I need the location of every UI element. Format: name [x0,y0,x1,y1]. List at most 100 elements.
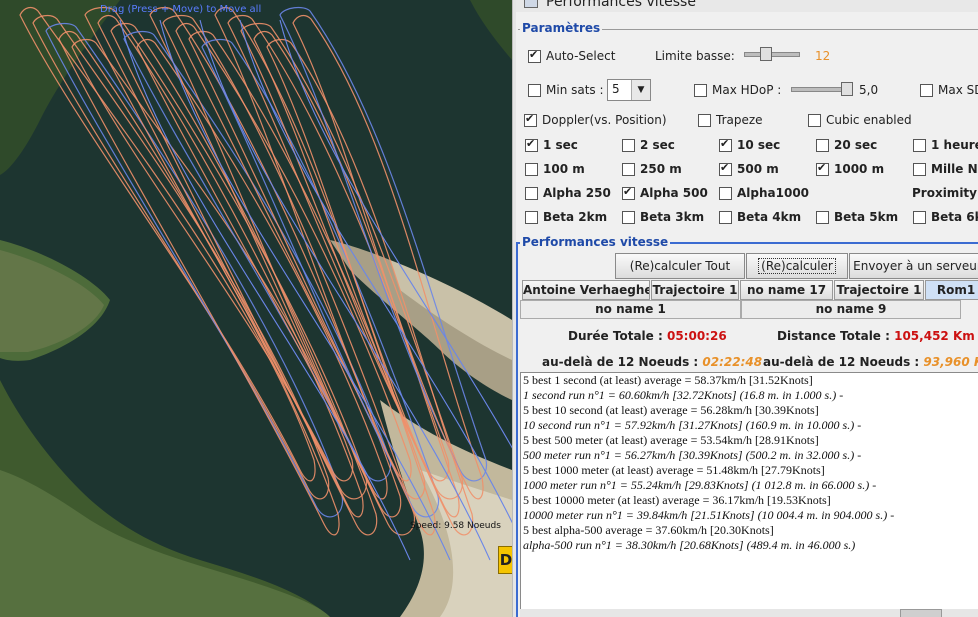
opt-20-sec-box[interactable] [816,138,829,152]
opt-1000-m[interactable]: 1000 m [816,161,884,176]
trapeze-box[interactable] [698,113,711,127]
opt-beta-2km[interactable]: Beta 2km [525,210,607,224]
tab-no-name-1[interactable]: no name 1 [520,300,741,319]
params-group-title: Paramètres [520,21,603,35]
map-view[interactable]: Drag (Press + Move) to Move all Speed: 9… [0,0,512,617]
opt-alpha-500[interactable]: Alpha 500 [622,185,708,200]
opt-250-m-box[interactable] [622,162,635,176]
max-sd-checkbox[interactable]: Max SD [920,83,978,97]
result-line: 5 best 1000 meter (at least) average = 5… [523,463,825,477]
recalc-button[interactable]: (Re)calculer [746,253,848,279]
tab-antoine-verhaeghe[interactable]: Antoine Verhaeghe [522,280,650,300]
opt-alpha-1000[interactable]: Alpha1000 [719,186,809,200]
opt-beta-4km-label: Beta 4km [737,210,802,224]
opt-beta-4km[interactable]: Beta 4km [719,210,801,224]
opt-1-heure-box[interactable] [913,138,926,152]
result-line: 10 second run n°1 = 57.92km/h [31.27Knot… [523,418,862,432]
chevron-down-icon[interactable]: ▼ [631,80,650,100]
opt-beta-2km-box[interactable] [525,210,538,224]
max-hdop-slider[interactable] [791,82,853,96]
track-speed-label: Speed: 9.58 Noeuds [410,521,501,531]
opt-20-sec[interactable]: 20 sec [816,138,877,152]
opt-beta-3km-box[interactable] [622,210,635,224]
max-hdop-checkbox[interactable]: Max HDoP : [694,83,781,97]
duree-totale: Durée Totale : 05:00:26 [568,329,727,343]
max-sd-label: Max SD [938,83,978,97]
recalc-button-label: (Re)calculer [758,258,836,274]
app-icon [524,0,538,8]
send-server-button[interactable]: Envoyer à un serveur [849,253,978,279]
min-sats-box[interactable] [528,83,541,97]
max-hdop-box[interactable] [694,83,707,97]
opt-beta-6km-box[interactable] [913,210,926,224]
tab-no-name-9[interactable]: no name 9 [741,300,961,319]
max-hdop-thumb[interactable] [841,82,853,96]
max-sd-box[interactable] [920,83,933,97]
results-textarea[interactable]: 5 best 1 second (at least) average = 58.… [520,372,978,610]
opt-1-sec-box[interactable] [525,137,538,152]
opt-alpha-1000-label: Alpha1000 [737,186,810,200]
min-sats-select[interactable]: 5 ▼ [607,79,651,101]
doppler-box[interactable] [524,112,537,127]
opt-1-heure[interactable]: 1 heure [913,138,978,152]
opt-2-sec-label: 2 sec [640,138,675,152]
opt-beta-3km[interactable]: Beta 3km [622,210,704,224]
opt-2-sec-box[interactable] [622,138,635,152]
opt-100-m[interactable]: 100 m [525,162,585,176]
min-sats-value: 5 [612,82,620,96]
auto-select-checkbox[interactable]: Auto-Select [528,48,615,63]
opt-500-m-box[interactable] [719,161,732,176]
scrollbar-thumb[interactable] [900,609,942,617]
opt-beta-5km-box[interactable] [816,210,829,224]
opt-500-m[interactable]: 500 m [719,161,779,176]
min-sats-label: Min sats : [546,83,604,97]
opt-alpha-1000-box[interactable] [719,186,732,200]
tab-trajectoire-1b[interactable]: Trajectoire 1 [834,280,924,300]
limite-basse-slider[interactable] [744,47,800,61]
opt-250-m[interactable]: 250 m [622,162,682,176]
beyond-time-label: au-delà de [542,355,614,369]
opt-beta-4km-box[interactable] [719,210,732,224]
trapeze-checkbox[interactable]: Trapeze [698,113,763,127]
map-marker[interactable]: D [498,546,512,574]
opt-2-sec[interactable]: 2 sec [622,138,675,152]
opt-10-sec-box[interactable] [719,137,732,152]
tab-trajectoire-1a[interactable]: Trajectoire 1 [651,280,739,300]
opt-alpha-500-label: Alpha 500 [640,186,708,200]
min-sats-checkbox[interactable]: Min sats : [528,83,604,97]
limite-basse-thumb[interactable] [760,47,772,61]
window-title: Performances vitesse [546,0,696,10]
beyond-time-threshold: 12 Noeuds : [617,355,699,369]
auto-select-box[interactable] [528,48,541,63]
result-line: 1000 meter run n°1 = 55.24km/h [29.83Kno… [523,478,877,492]
opt-100-m-box[interactable] [525,162,538,176]
limite-basse-value: 12 [815,49,831,63]
beyond-time-value: 02:22:48 [702,355,763,369]
result-line: 5 best 10 second (at least) average = 56… [523,403,819,417]
opt-mille-nau-box[interactable] [913,162,926,176]
cubic-box[interactable] [808,113,821,127]
track-loop [32,14,330,500]
recalc-all-button[interactable]: (Re)calculer Tout [615,253,745,279]
tab-rom1[interactable]: Rom1 [925,280,978,300]
opt-alpha-250-box[interactable] [525,186,538,200]
opt-beta-5km-label: Beta 5km [834,210,899,224]
opt-alpha-250[interactable]: Alpha 250 [525,186,611,200]
result-line: alpha-500 run n°1 = 38.30km/h [20.68Knot… [523,538,856,552]
opt-mille-nau[interactable]: Mille Nau [913,162,978,176]
max-hdop-label: Max HDoP : [712,83,782,97]
result-line: 5 best 10000 meter (at least) average = … [523,493,831,507]
opt-alpha-500-box[interactable] [622,185,635,200]
opt-10-sec[interactable]: 10 sec [719,137,780,152]
track-line [159,19,451,561]
results-scrollbar[interactable] [520,609,978,617]
drag-hint: Drag (Press + Move) to Move all [100,4,262,15]
tab-no-name-17[interactable]: no name 17 [740,280,833,300]
track-loop [292,14,484,500]
cubic-checkbox[interactable]: Cubic enabled [808,113,912,127]
opt-1000-m-box[interactable] [816,161,829,176]
opt-1-sec[interactable]: 1 sec [525,137,578,152]
doppler-checkbox[interactable]: Doppler(vs. Position) [524,112,667,127]
opt-beta-6km[interactable]: Beta 6km [913,210,978,224]
opt-beta-5km[interactable]: Beta 5km [816,210,898,224]
